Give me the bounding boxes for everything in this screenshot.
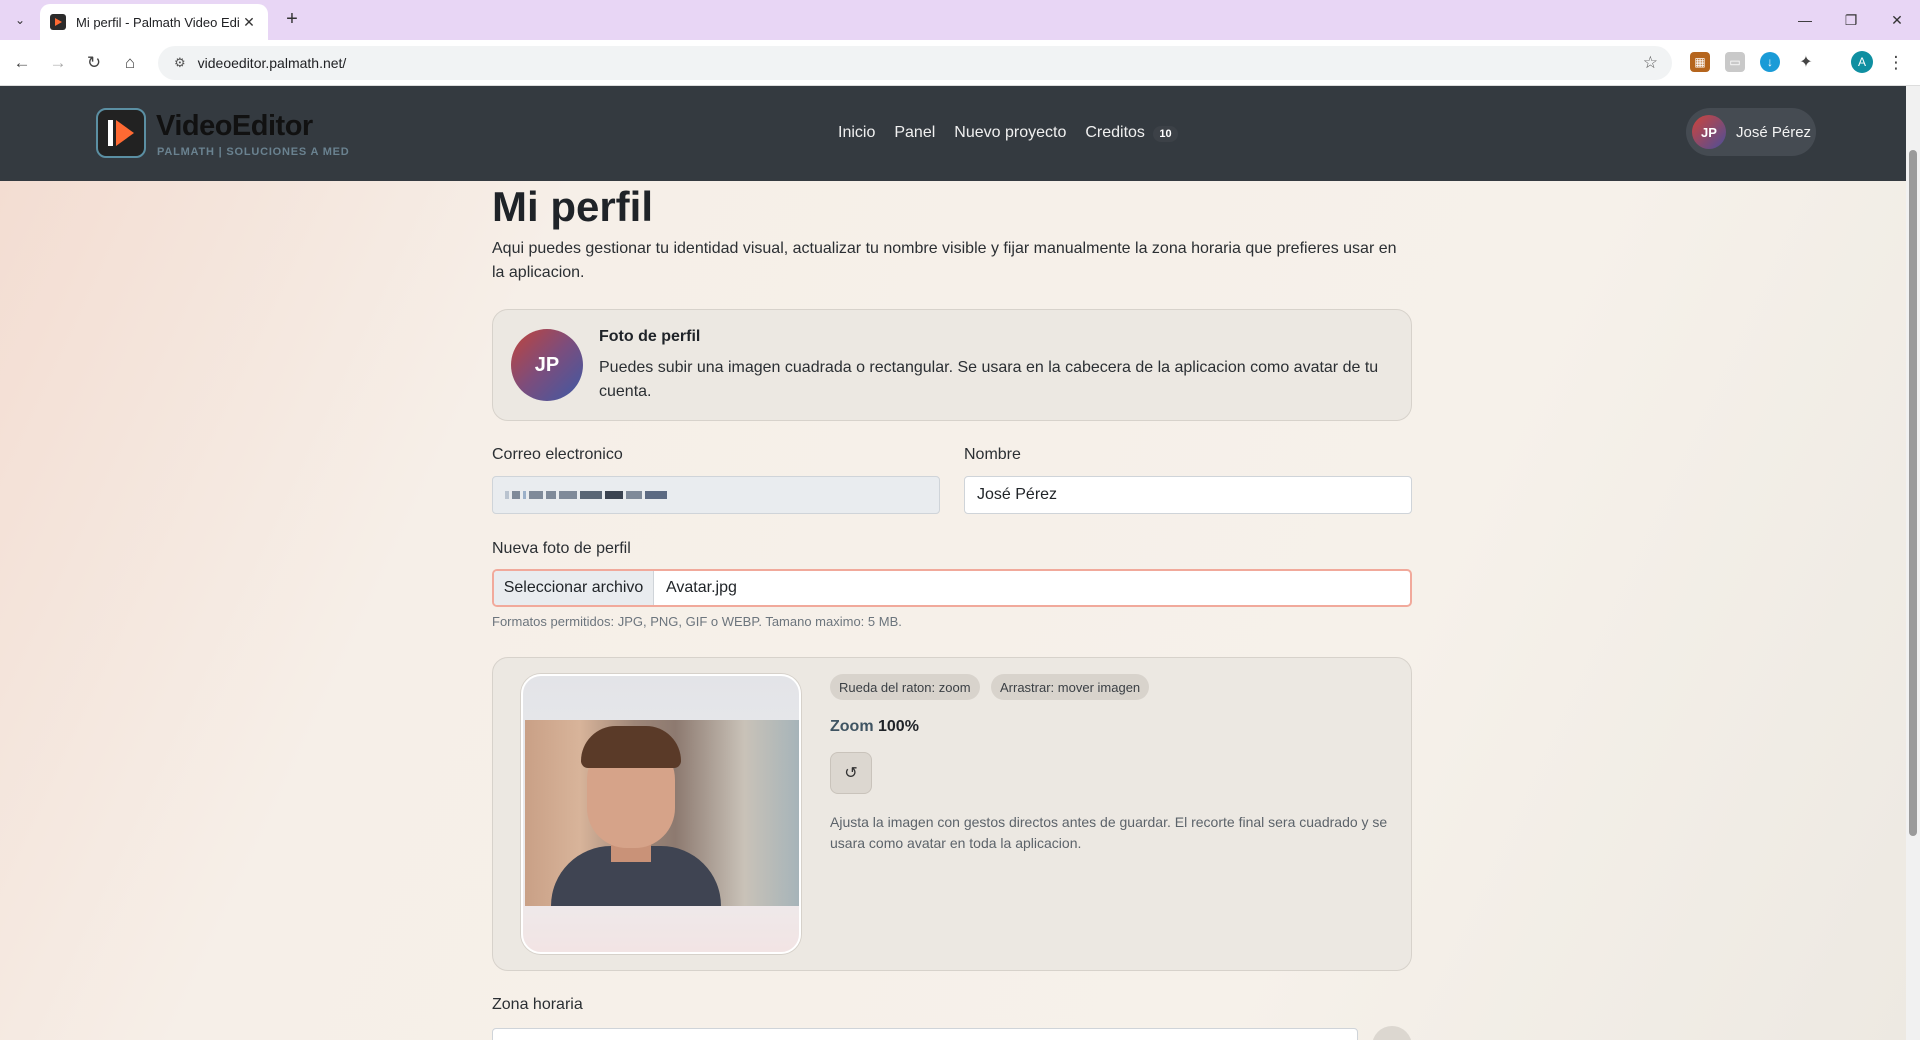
site-info-icon[interactable]: ⚙ [174, 55, 186, 71]
bookmark-star-icon[interactable]: ☆ [1643, 53, 1658, 73]
browser-menu-icon[interactable]: ⋮ [1882, 49, 1910, 77]
selected-file-name: Avatar.jpg [666, 579, 737, 596]
timezone-label: Zona horaria [492, 996, 583, 1013]
photo-card-description: Puedes subir una imagen cuadrada o recta… [599, 359, 1379, 400]
scrollbar-thumb[interactable] [1909, 150, 1917, 836]
browser-profile-avatar[interactable]: A [1851, 51, 1873, 73]
back-icon[interactable]: ← [8, 49, 36, 77]
minimize-icon[interactable]: — [1782, 0, 1828, 40]
photo-card-title: Foto de perfil [599, 328, 701, 345]
select-file-button[interactable]: Seleccionar archivo [494, 571, 654, 605]
file-input[interactable]: Seleccionar archivo Avatar.jpg [492, 569, 1412, 607]
email-label: Correo electronico [492, 446, 623, 463]
reset-icon: ↺ [844, 765, 858, 782]
timezone-action-button[interactable] [1372, 1026, 1412, 1040]
email-redacted [505, 491, 667, 499]
zoom-label: Zoom [830, 718, 874, 735]
nav-panel[interactable]: Panel [894, 124, 935, 142]
address-bar[interactable]: ⚙ videoeditor.palmath.net/ ☆ [158, 46, 1672, 80]
credits-badge: 10 [1153, 126, 1178, 142]
tab-close-icon[interactable]: ✕ [240, 14, 258, 31]
nav-inicio[interactable]: Inicio [838, 124, 875, 142]
zoom-indicator: Zoom 100% [830, 718, 919, 736]
brand-tagline: PALMATH | SOLUCIONES A MED [157, 146, 350, 158]
new-photo-label: Nueva foto de perfil [492, 540, 631, 557]
download-extension-icon[interactable]: ↓ [1760, 52, 1780, 72]
name-field[interactable]: José Pérez [964, 476, 1412, 514]
page-intro: Aqui puedes gestionar tu identidad visua… [492, 240, 1397, 281]
browser-toolbar: ← → ↻ ⌂ ⚙ videoeditor.palmath.net/ ☆ ▦ ▭… [0, 40, 1920, 86]
user-name: José Pérez [1736, 123, 1812, 141]
extension-icon[interactable]: ▦ [1690, 52, 1710, 72]
extensions-puzzle-icon[interactable]: ✦ [1796, 52, 1816, 72]
file-help-text: Formatos permitidos: JPG, PNG, GIF o WEB… [492, 614, 902, 629]
forward-icon[interactable]: → [44, 49, 72, 77]
close-window-icon[interactable]: ✕ [1874, 0, 1920, 40]
tab-title: Mi perfil - Palmath Video Editor [76, 14, 240, 30]
url-text: videoeditor.palmath.net/ [197, 55, 347, 71]
crop-preview[interactable] [521, 674, 801, 954]
favicon-icon [50, 14, 66, 30]
app-header: VideoEditor PALMATH | SOLUCIONES A MED I… [0, 86, 1906, 181]
avatar: JP [1692, 115, 1726, 149]
browser-tab[interactable]: Mi perfil - Palmath Video Editor ✕ [40, 4, 268, 40]
email-field[interactable] [492, 476, 940, 514]
zoom-value: 100% [878, 718, 919, 735]
user-menu[interactable]: JP José Pérez [1686, 108, 1816, 156]
page-background: Mi perfil Aqui puedes gestionar tu ident… [0, 181, 1906, 1040]
page-scrollbar[interactable] [1906, 86, 1920, 1040]
nav-nuevo-proyecto[interactable]: Nuevo proyecto [954, 124, 1066, 142]
page-title: Mi perfil [492, 183, 654, 230]
reload-icon[interactable]: ↻ [80, 49, 108, 77]
logo-icon[interactable] [96, 108, 146, 158]
nav-creditos-label: Creditos [1085, 124, 1145, 141]
hint-wheel-zoom: Rueda del raton: zoom [830, 674, 980, 700]
name-label: Nombre [964, 446, 1021, 463]
avatar-photo[interactable] [525, 720, 799, 906]
timezone-select[interactable] [492, 1028, 1358, 1040]
new-tab-button[interactable]: + [280, 8, 304, 32]
main-nav: Inicio Panel Nuevo proyecto Creditos 10 [838, 124, 1178, 142]
extension-icon[interactable]: ▭ [1725, 52, 1745, 72]
reset-zoom-button[interactable]: ↺ [830, 752, 872, 794]
brand-name[interactable]: VideoEditor [156, 110, 313, 143]
crop-editor-card: Rueda del raton: zoom Arrastrar: mover i… [492, 657, 1412, 971]
restore-icon[interactable]: ❐ [1828, 0, 1874, 40]
home-icon[interactable]: ⌂ [116, 49, 144, 77]
nav-creditos[interactable]: Creditos 10 [1085, 124, 1178, 142]
profile-photo-card: JP Foto de perfil Puedes subir una image… [492, 309, 1412, 421]
browser-tab-bar: ⌄ Mi perfil - Palmath Video Editor ✕ + —… [0, 0, 1920, 40]
tab-search-dropdown-icon[interactable]: ⌄ [8, 8, 32, 32]
crop-note: Ajusta la imagen con gestos directos ant… [830, 814, 1388, 851]
hint-drag-move: Arrastrar: mover imagen [991, 674, 1150, 700]
avatar: JP [511, 329, 583, 401]
